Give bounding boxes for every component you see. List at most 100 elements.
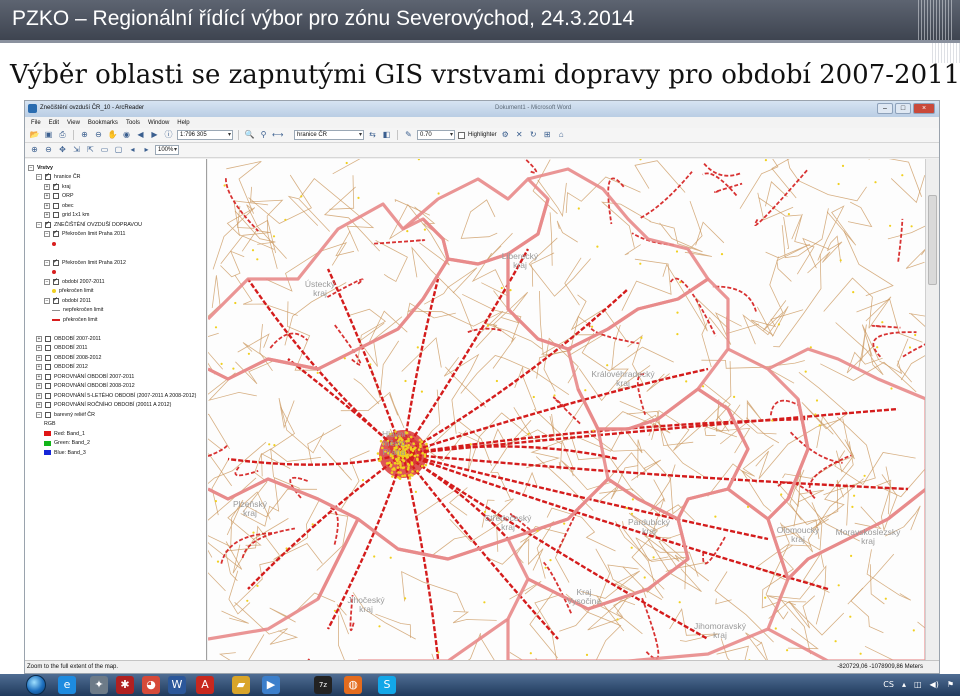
network-icon[interactable]: ◫ [914,680,922,689]
layer-visibility-checkbox[interactable] [53,212,59,219]
expand-icon[interactable]: + [44,212,50,219]
collapse-icon[interactable]: − [28,164,34,171]
layer-visibility-checkbox[interactable] [53,296,59,304]
tool-b-icon[interactable]: ↻ [528,130,539,140]
open-icon[interactable]: 📂 [29,130,40,140]
internet-explorer-icon[interactable]: e [58,676,76,694]
menu-bookmarks[interactable]: Bookmarks [88,120,118,126]
layer-visibility-checkbox[interactable] [45,364,51,371]
toc-row[interactable]: + POROVNÁNÍ OBDOBÍ 2008-2012 [25,382,206,392]
layer-visibility-checkbox[interactable] [45,345,51,352]
tool-d-icon[interactable]: ⌂ [556,130,567,140]
menu-edit[interactable]: Edit [49,120,59,126]
layer-select[interactable]: hranice ČR [294,130,364,140]
collapse-icon[interactable]: − [36,411,42,418]
toc-row[interactable]: − barevný reliéf ČR [25,410,206,420]
layer-visibility-checkbox[interactable] [45,172,51,181]
toc-row[interactable]: − Překročen limit Praha 2012 [25,258,206,268]
tool-a-icon[interactable]: ✕ [514,130,525,140]
pen-icon[interactable]: ✎ [403,130,414,140]
7zip-icon[interactable]: 7z [314,676,332,694]
toc-row[interactable]: + grid 1x1 km [25,211,206,221]
skype-icon[interactable]: S [378,676,396,694]
word-icon[interactable]: W [168,676,186,694]
layer-visibility-checkbox[interactable] [45,220,51,228]
layout-fixed-zoom-out-icon[interactable]: ⇱ [85,145,96,155]
layout-fixed-zoom-in-icon[interactable]: ⇲ [71,145,82,155]
expand-icon[interactable]: + [36,402,42,409]
toc-row[interactable] [25,249,206,259]
layer-visibility-checkbox[interactable] [53,277,59,285]
media-player-icon[interactable]: ▶ [262,676,280,694]
toc-row[interactable]: − období 2011 [25,296,206,306]
layer-visibility-checkbox[interactable] [45,411,51,418]
toc-row[interactable]: nepřekročen limit [25,306,206,316]
print-icon[interactable]: ⎙ [57,130,68,140]
toc-row[interactable]: + POROVNÁNÍ 5-LETÉHO OBDOBÍ (2007-2011 A … [25,391,206,401]
zoom-percent-select[interactable]: 100% [155,145,179,155]
scrollbar-thumb[interactable] [928,195,937,285]
toc-row[interactable]: + obec [25,201,206,211]
menu-help[interactable]: Help [177,120,189,126]
flag-icon[interactable]: ⚑ [947,680,954,689]
toc-row[interactable]: Blue: Band_3 [25,448,206,458]
menu-tools[interactable]: Tools [126,120,140,126]
expand-icon[interactable]: + [36,335,42,342]
pdf-icon[interactable]: A [196,676,214,694]
layer-visibility-checkbox[interactable] [53,193,59,200]
collapse-icon[interactable]: − [44,297,50,304]
toc-row[interactable] [25,239,206,249]
toc-row[interactable]: překročen limit [25,315,206,325]
forward-icon[interactable]: ▶ [149,130,160,140]
expand-icon[interactable]: + [36,383,42,390]
layer-visibility-checkbox[interactable] [53,182,59,190]
menu-window[interactable]: Window [148,120,169,126]
layer-visibility-checkbox[interactable] [45,354,51,361]
collapse-icon[interactable]: − [36,221,42,228]
settings-icon[interactable]: ⚙ [500,130,511,140]
expand-icon[interactable]: + [44,202,50,209]
toc-row[interactable] [25,325,206,335]
identify-icon[interactable]: ⓘ [163,130,174,140]
pan-icon[interactable]: ✋ [107,130,118,140]
layer-visibility-checkbox[interactable] [45,373,51,380]
firefox-icon[interactable]: ◍ [344,676,362,694]
chrome-icon[interactable]: ◕ [142,676,160,694]
find-icon[interactable]: 🔍 [244,130,255,140]
layout-zoom-in-icon[interactable]: ⊕ [29,145,40,155]
language-indicator[interactable]: CS [883,680,894,689]
measure-icon[interactable]: ⟷ [272,130,283,140]
zoom-out-icon[interactable]: ⊖ [93,130,104,140]
layer-visibility-checkbox[interactable] [45,392,51,399]
map-view[interactable]: Liberecký kraj Ústecký kraj Královéhradecký k… [208,159,926,661]
toc-row[interactable]: − Překročen limit Praha 2011 [25,229,206,240]
menu-view[interactable]: View [67,120,80,126]
tray-arrow-icon[interactable]: ▴ [902,680,906,689]
collapse-icon[interactable]: − [44,259,50,266]
save-icon[interactable]: ▣ [43,130,54,140]
layer-visibility-checkbox[interactable] [45,383,51,390]
expand-icon[interactable]: + [36,345,42,352]
volume-icon[interactable]: ◀) [930,680,939,689]
expand-icon[interactable]: + [44,193,50,200]
collapse-icon[interactable]: − [44,231,50,238]
layout-forward-icon[interactable]: ▸ [141,145,152,155]
zoom-in-icon[interactable]: ⊕ [79,130,90,140]
scale-select[interactable]: 1:796 305 [177,130,233,140]
layer-visibility-checkbox[interactable] [45,402,51,409]
layout-pan-icon[interactable]: ✥ [57,145,68,155]
maximize-button[interactable]: □ [895,103,911,114]
vertical-scrollbar[interactable] [925,159,939,661]
tool-icon[interactable]: ✦ [90,676,108,694]
toc-row[interactable]: + kraj [25,182,206,192]
toc-row[interactable]: + OBDOBÍ 2011 [25,344,206,354]
layout-zoom-out-icon[interactable]: ⊖ [43,145,54,155]
start-button[interactable] [26,675,46,695]
folder-icon[interactable]: ▰ [232,676,250,694]
flicker-icon[interactable]: ◧ [381,130,392,140]
toc-row[interactable]: překročen limit [25,287,206,297]
toc-row[interactable]: RGB [25,420,206,430]
expand-icon[interactable]: + [44,183,50,190]
toc-row[interactable]: − ZNEČIŠTĚNÍ OVZDUŠÍ DOPRAVOU [25,220,206,230]
close-button[interactable]: × [913,103,935,114]
